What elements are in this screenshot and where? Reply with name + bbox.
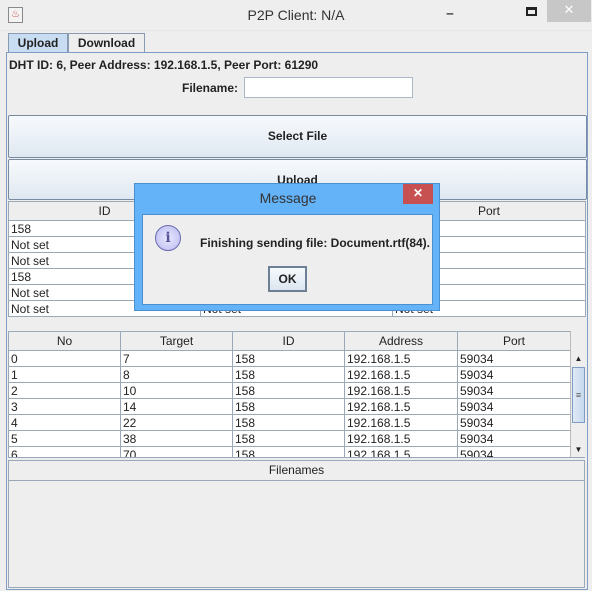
finger-table-scrollpane[interactable]: No Target ID Address Port 0 7 158 192.168.1.5 59… xyxy=(8,331,585,458)
table-cell[interactable]: 59034 xyxy=(457,350,571,367)
column-header[interactable]: Address xyxy=(344,331,458,351)
minimize-button[interactable]: ‒ xyxy=(440,6,460,24)
close-button[interactable]: ✕ xyxy=(547,0,591,22)
table-cell[interactable]: 158 xyxy=(232,366,345,383)
table-cell[interactable]: 158 xyxy=(232,382,345,399)
table-cell[interactable]: 14 xyxy=(120,398,233,415)
finger-table[interactable]: No Target ID Address Port 0 7 158 192.168.1.5 59… xyxy=(8,331,571,457)
table-cell[interactable]: 3 xyxy=(8,398,121,415)
column-header[interactable]: Port xyxy=(457,331,571,351)
table-cell[interactable]: 70 xyxy=(120,446,233,457)
table-cell[interactable]: 192.168.1.5 xyxy=(344,350,458,367)
window-title: P2P Client: N/A xyxy=(247,7,345,23)
select-file-button[interactable]: Select File xyxy=(8,115,587,158)
filename-label: Filename: xyxy=(182,81,239,95)
filenames-table[interactable]: Filenames xyxy=(8,460,585,588)
table-row[interactable]: 5 38 158 192.168.1.5 59034 xyxy=(8,430,571,447)
dialog-message: Finishing sending file: Document.rtf(84)… xyxy=(200,236,431,250)
table-cell[interactable]: 59034 xyxy=(457,430,571,447)
column-header[interactable]: No xyxy=(8,331,121,351)
tab-download[interactable]: Download xyxy=(68,33,145,52)
table-cell[interactable]: 5 xyxy=(8,430,121,447)
table-cell[interactable]: 10 xyxy=(120,382,233,399)
table-cell[interactable]: 158 xyxy=(232,446,345,457)
table-row[interactable]: 1 8 158 192.168.1.5 59034 xyxy=(8,366,571,383)
table-cell[interactable]: 6 xyxy=(8,446,121,457)
table-cell[interactable]: 0 xyxy=(8,350,121,367)
filenames-header[interactable]: Filenames xyxy=(9,461,584,481)
title-bar[interactable]: ♨ P2P Client: N/A ‒ ✕ xyxy=(0,0,592,31)
table-cell[interactable]: 4 xyxy=(8,414,121,431)
table-cell[interactable]: 59034 xyxy=(457,414,571,431)
table-cell[interactable]: 158 xyxy=(232,414,345,431)
table-cell[interactable]: 59034 xyxy=(457,446,571,457)
info-icon: i xyxy=(155,225,181,251)
table-cell[interactable]: 7 xyxy=(120,350,233,367)
table-cell[interactable]: 192.168.1.5 xyxy=(344,398,458,415)
table-cell[interactable]: 192.168.1.5 xyxy=(344,366,458,383)
dialog-body: i Finishing sending file: Document.rtf(8… xyxy=(142,214,433,305)
column-header[interactable]: Target xyxy=(120,331,233,351)
table-cell[interactable]: 2 xyxy=(8,382,121,399)
table-cell[interactable]: 158 xyxy=(232,430,345,447)
table-cell[interactable]: 1 xyxy=(8,366,121,383)
table-row[interactable]: 6 70 158 192.168.1.5 59034 xyxy=(8,446,571,457)
table-cell[interactable]: 192.168.1.5 xyxy=(344,446,458,457)
maximize-icon xyxy=(525,7,537,16)
ok-button[interactable]: OK xyxy=(268,266,307,292)
table-row[interactable]: 3 14 158 192.168.1.5 59034 xyxy=(8,398,571,415)
message-dialog: Message ✕ i Finishing sending file: Docu… xyxy=(134,183,440,311)
scroll-up-arrow-icon[interactable]: ▲ xyxy=(571,351,585,367)
table-cell[interactable]: 59034 xyxy=(457,398,571,415)
dialog-title: Message xyxy=(259,190,317,206)
table-cell[interactable]: 59034 xyxy=(457,382,571,399)
table-row[interactable]: 4 22 158 192.168.1.5 59034 xyxy=(8,414,571,431)
table-cell[interactable]: 158 xyxy=(232,398,345,415)
dht-info: DHT ID: 6, Peer Address: 192.168.1.5, Pe… xyxy=(9,58,319,72)
table-row[interactable]: 2 10 158 192.168.1.5 59034 xyxy=(8,382,571,399)
table-cell[interactable]: 59034 xyxy=(457,366,571,383)
table-row[interactable]: 0 7 158 192.168.1.5 59034 xyxy=(8,350,571,367)
vertical-scrollbar[interactable]: ▲ ≡ ▼ xyxy=(570,331,585,457)
scroll-thumb[interactable]: ≡ xyxy=(572,367,585,423)
table-cell[interactable]: 8 xyxy=(120,366,233,383)
table-cell[interactable]: 22 xyxy=(120,414,233,431)
scroll-down-arrow-icon[interactable]: ▼ xyxy=(571,442,585,457)
table-cell[interactable]: 38 xyxy=(120,430,233,447)
table-cell[interactable]: 158 xyxy=(232,350,345,367)
dialog-close-button[interactable]: ✕ xyxy=(403,184,433,204)
tab-upload[interactable]: Upload xyxy=(8,33,68,52)
table-cell[interactable]: 192.168.1.5 xyxy=(344,414,458,431)
filename-input[interactable] xyxy=(244,77,413,98)
table-cell[interactable]: 192.168.1.5 xyxy=(344,382,458,399)
maximize-button[interactable] xyxy=(520,5,542,23)
column-header[interactable]: ID xyxy=(232,331,345,351)
table-cell[interactable]: 192.168.1.5 xyxy=(344,430,458,447)
